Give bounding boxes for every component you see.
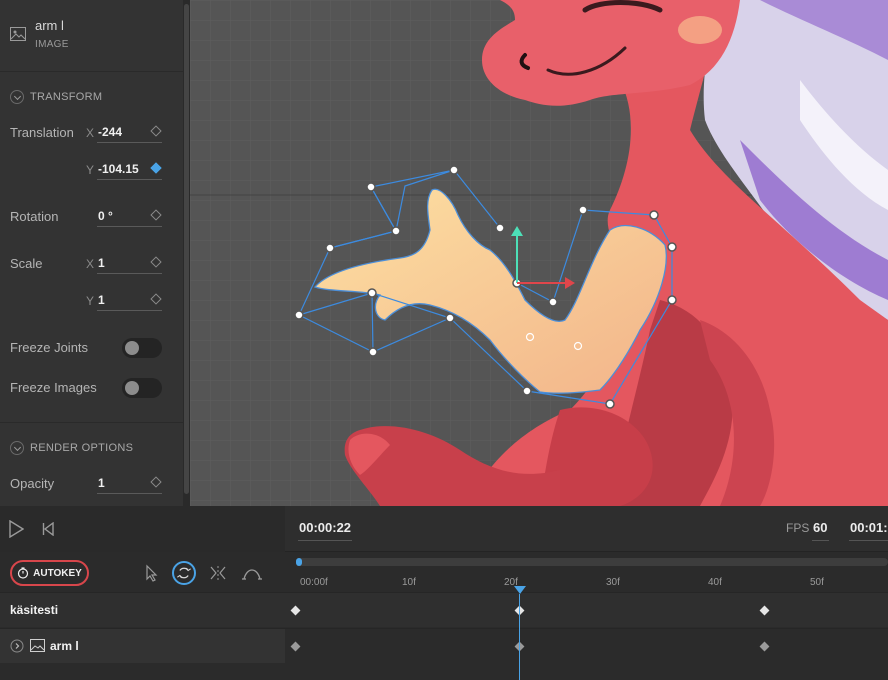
chevron-down-icon: [10, 90, 24, 104]
stopwatch-icon: [18, 567, 29, 579]
freeze-images-toggle[interactable]: [122, 378, 162, 398]
render-options-section-header[interactable]: RENDER OPTIONS: [10, 441, 133, 455]
scale-label: Scale: [10, 256, 43, 271]
curve-tool-icon[interactable]: [241, 562, 263, 584]
end-time[interactable]: 00:01:0: [850, 520, 888, 535]
fps-value[interactable]: 60: [813, 520, 827, 535]
mirror-tool-icon[interactable]: [207, 562, 229, 584]
track-row-skeleton[interactable]: käsitesti: [0, 592, 888, 627]
track-row-arm-l[interactable]: arm l: [0, 628, 888, 663]
go-to-start-icon[interactable]: [42, 522, 54, 536]
fps-label: FPS: [786, 521, 810, 535]
viewport-canvas[interactable]: [190, 0, 888, 506]
image-icon: [30, 639, 45, 652]
track-name: käsitesti: [10, 603, 59, 617]
keyframe[interactable]: [290, 641, 301, 652]
canvas-artwork: [190, 0, 888, 506]
freeze-images-label: Freeze Images: [10, 380, 97, 395]
playhead-line[interactable]: [519, 594, 520, 680]
ruler-label: 30f: [606, 577, 620, 588]
ruler-label: 00:00f: [300, 577, 328, 588]
playhead-handle[interactable]: [514, 586, 526, 594]
timeline-scrollbar[interactable]: [296, 558, 888, 566]
autokey-label: AUTOKEY: [33, 567, 82, 579]
translation-y-axis: Y: [86, 163, 95, 177]
object-header: arm l IMAGE: [0, 0, 183, 72]
transform-section-header[interactable]: TRANSFORM: [10, 90, 102, 104]
object-type: IMAGE: [35, 39, 69, 50]
chevron-down-icon: [10, 441, 24, 455]
scale-y-axis: Y: [86, 294, 95, 308]
play-icon[interactable]: [8, 520, 24, 538]
freeze-joints-toggle[interactable]: [122, 338, 162, 358]
expand-chevron-icon[interactable]: [10, 639, 24, 653]
freeze-joints-label: Freeze Joints: [10, 340, 89, 355]
current-time[interactable]: 00:00:22: [299, 520, 351, 535]
keyframe[interactable]: [290, 605, 301, 616]
ruler-label: 50f: [810, 577, 824, 588]
autokey-button[interactable]: AUTOKEY: [10, 560, 89, 586]
timeline-scroll-thumb[interactable]: [296, 558, 302, 566]
keyframe[interactable]: [759, 605, 770, 616]
inspector-panel: arm l IMAGE TRANSFORM Translation X -244…: [0, 0, 183, 506]
rotation-label: Rotation: [10, 209, 59, 224]
translation-x-axis: X: [86, 126, 95, 140]
ruler-label: 40f: [708, 577, 722, 588]
translation-label: Translation: [10, 125, 74, 140]
scale-x-axis: X: [86, 257, 95, 271]
app-window: arm l IMAGE TRANSFORM Translation X -244…: [0, 0, 888, 680]
select-tool-icon[interactable]: [141, 562, 163, 584]
keyframe[interactable]: [759, 641, 770, 652]
section-divider: [0, 422, 183, 423]
opacity-label: Opacity: [10, 476, 55, 491]
ruler-label: 10f: [402, 577, 416, 588]
render-options-title: RENDER OPTIONS: [30, 442, 134, 454]
transform-title: TRANSFORM: [30, 91, 103, 103]
object-name: arm l: [35, 18, 64, 33]
track-name: arm l: [50, 639, 79, 653]
inspector-scrollbar[interactable]: [183, 0, 190, 506]
rotate-tool-icon[interactable]: [172, 561, 196, 585]
image-icon: [10, 27, 26, 41]
playback-bar: 00:00:22 FPS 60 00:01:0: [0, 506, 888, 552]
